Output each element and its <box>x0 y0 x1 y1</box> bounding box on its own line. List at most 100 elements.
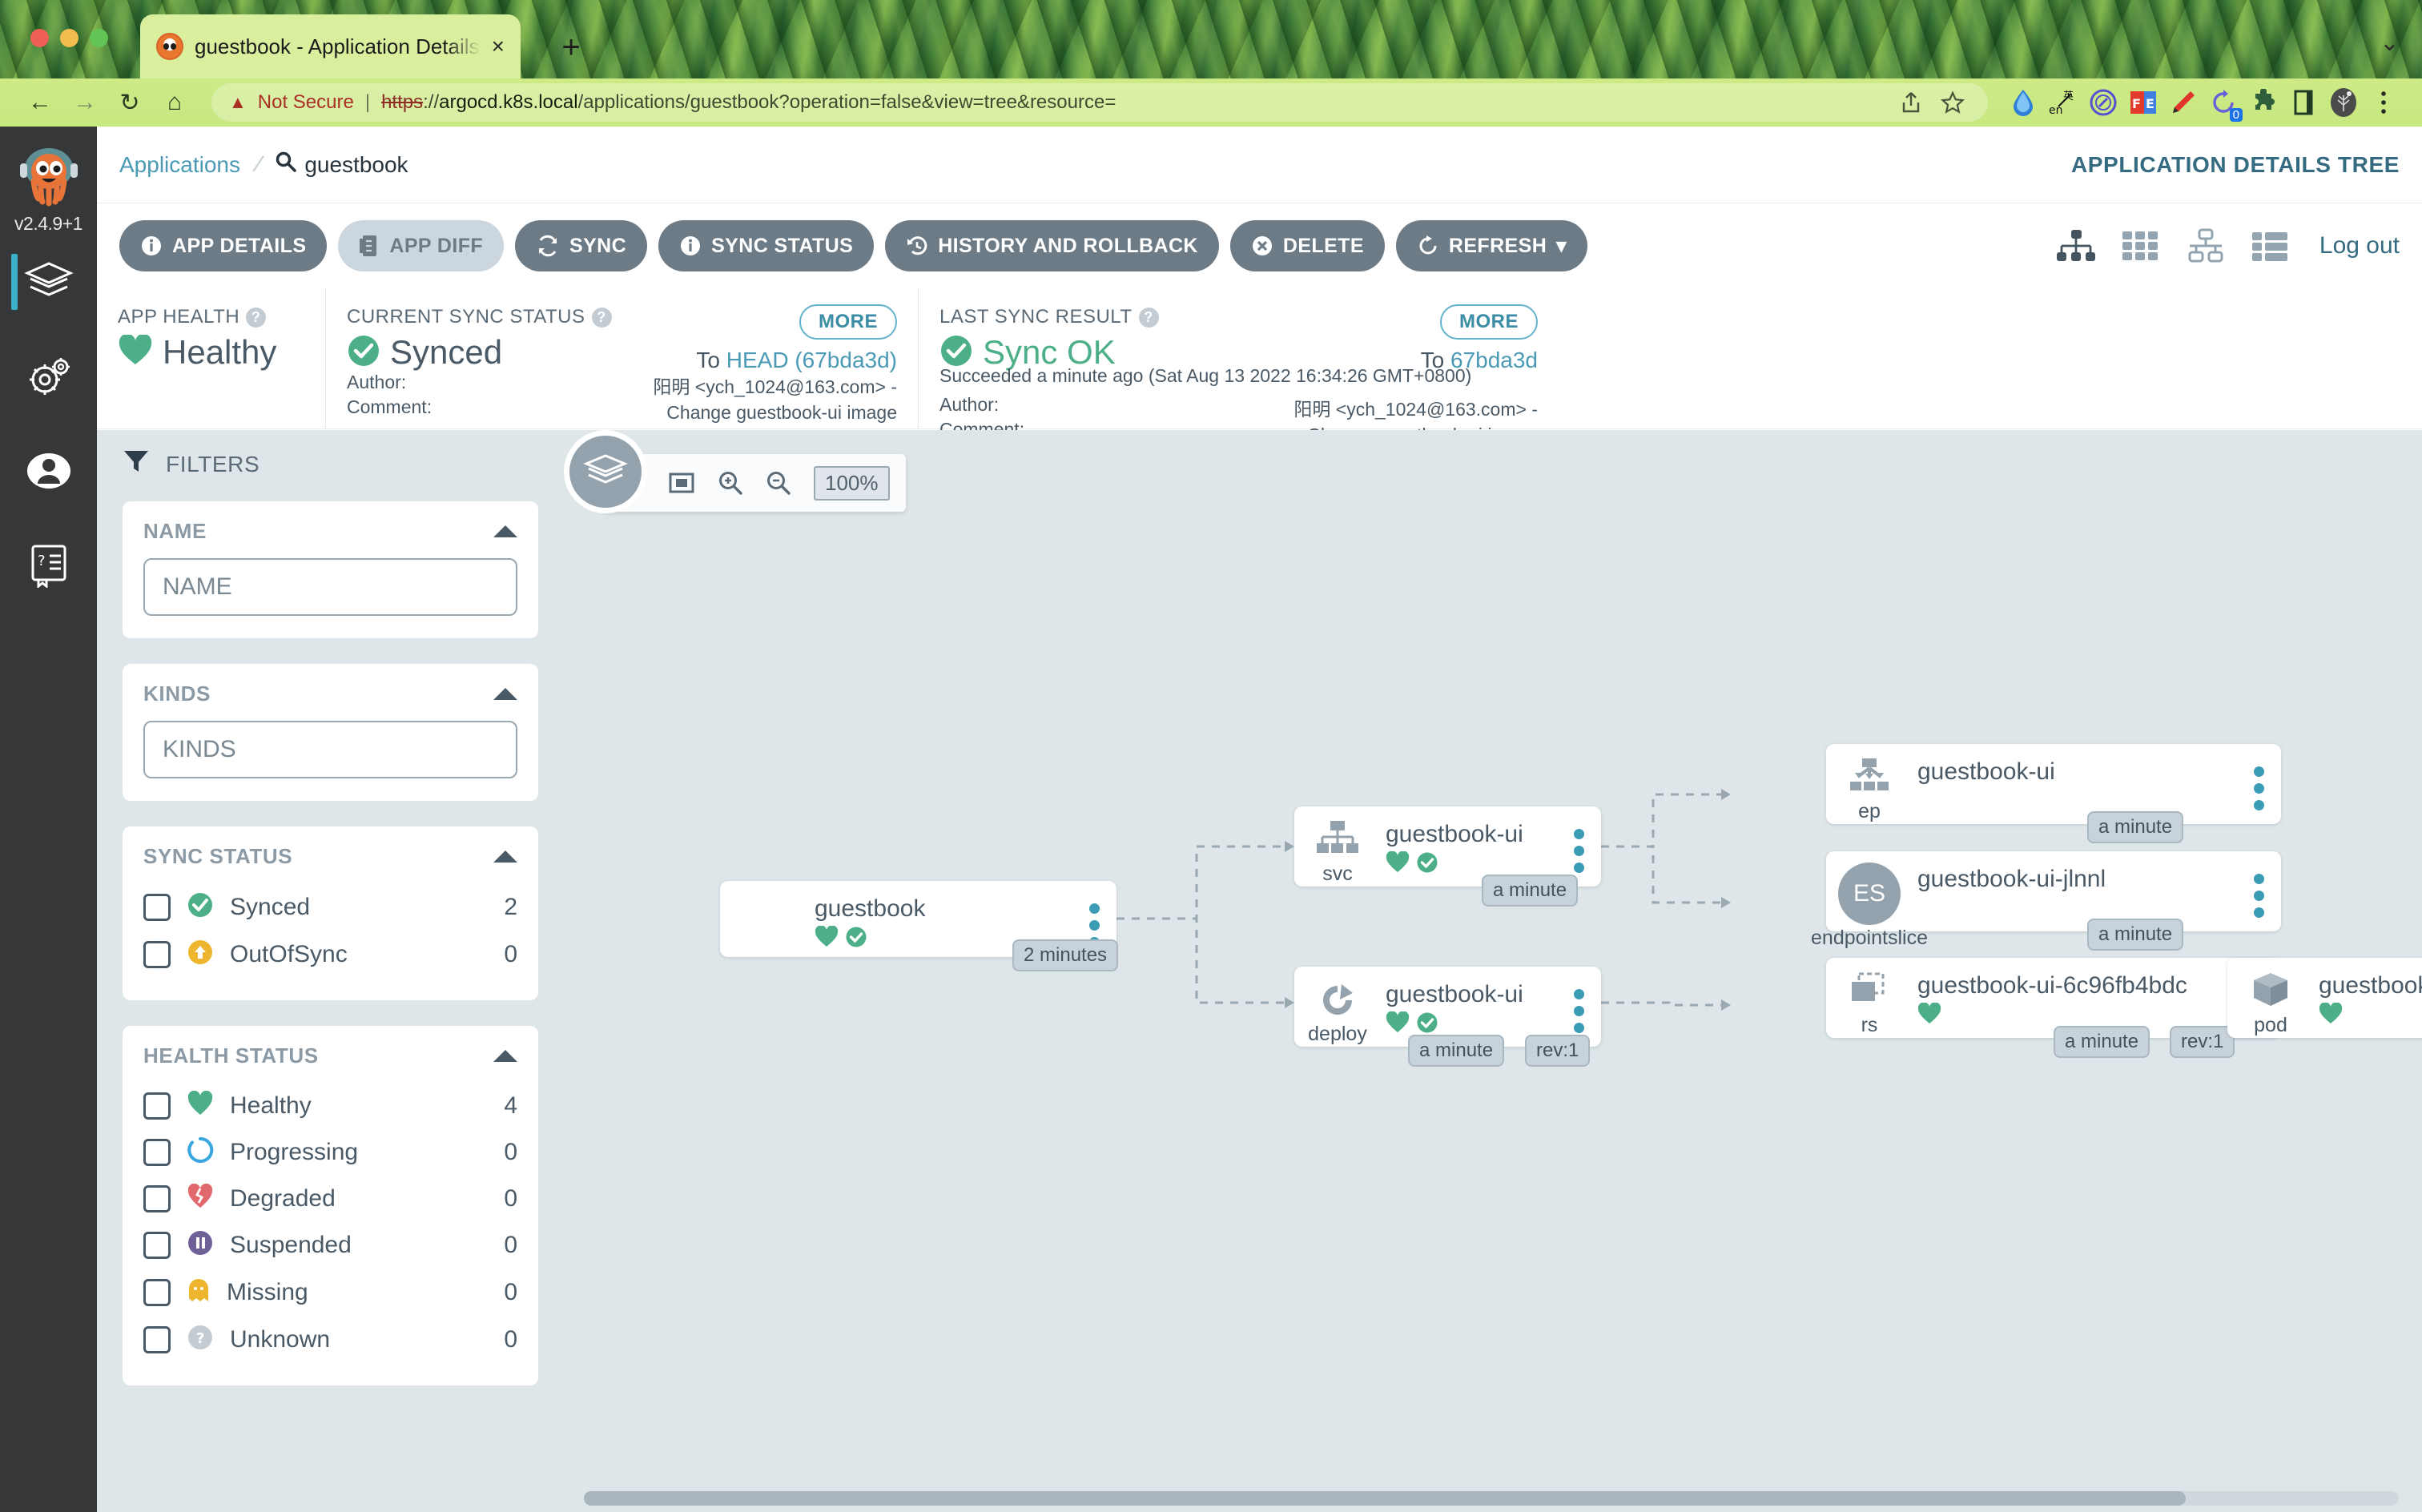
profile-avatar-icon[interactable] <box>2326 85 2361 120</box>
sync-more-button[interactable]: MORE <box>799 304 897 340</box>
red-pen-extension-icon[interactable] <box>2166 85 2201 120</box>
tree-node-rs-rev-pill: rev:1 <box>2170 1026 2235 1058</box>
tree-node-ep-menu-button[interactable] <box>2236 744 2281 810</box>
sidebar-item-user-info[interactable] <box>0 424 97 518</box>
argo-octopus-logo[interactable] <box>16 143 82 208</box>
zoom-level-value[interactable]: 100% <box>814 465 890 501</box>
chevron-up-icon[interactable] <box>493 1050 517 1062</box>
list-view-icon[interactable] <box>2251 228 2291 263</box>
tree-node-app-icon[interactable] <box>564 430 647 513</box>
zoom-out-icon[interactable] <box>766 470 791 496</box>
delete-button[interactable]: DELETE <box>1229 220 1385 271</box>
breadcrumb-applications-link[interactable]: Applications <box>119 152 240 178</box>
suspended-checkbox[interactable] <box>143 1231 171 1259</box>
tree-node-app-menu-button[interactable] <box>1072 881 1116 947</box>
filter-row-progressing[interactable]: Progressing 0 <box>143 1128 517 1176</box>
kinds-filter-input[interactable] <box>143 721 517 778</box>
maximize-window-button[interactable] <box>90 29 108 47</box>
tree-node-svc-menu-button[interactable] <box>1556 806 1601 873</box>
tree-node-rs-status <box>1917 1003 2236 1025</box>
tree-node-endpointslice[interactable]: ES endpointslice guestbook-ui-jlnnl <box>1811 851 2281 949</box>
sync-button[interactable]: SYNC <box>515 220 648 271</box>
tree-node-rs-kind: rs <box>1861 1013 1878 1036</box>
forward-button[interactable]: → <box>66 83 104 122</box>
help-icon[interactable]: ? <box>1138 307 1159 328</box>
filter-row-unknown[interactable]: ? Unknown 0 <box>143 1316 517 1363</box>
history-rollback-button[interactable]: HISTORY AND ROLLBACK <box>885 220 1219 271</box>
filter-row-synced[interactable]: Synced 2 <box>143 883 517 931</box>
home-button[interactable]: ⌂ <box>155 83 194 122</box>
tree-node-deploy-age-pill: a minute <box>1408 1035 1505 1067</box>
name-filter-input[interactable] <box>143 558 517 616</box>
app-diff-button[interactable]: APP DIFF <box>338 220 505 271</box>
app-health-label: APP HEALTH ? <box>118 306 304 328</box>
sidebar-panel-icon[interactable] <box>2286 85 2321 120</box>
filter-row-degraded[interactable]: Degraded 0 <box>143 1176 517 1221</box>
tree-view-icon[interactable] <box>2055 228 2097 263</box>
tree-node-rs-name: guestbook-ui-6c96fb4bdc <box>1917 972 2187 999</box>
tree-horizontal-scrollbar[interactable] <box>584 1491 2399 1506</box>
unknown-checkbox[interactable] <box>143 1325 171 1353</box>
water-drop-extension-icon[interactable] <box>2006 85 2041 120</box>
star-icon[interactable] <box>1935 85 1970 120</box>
application-tree-canvas[interactable]: 100% guestbook 2 minutes svc guestbook-u… <box>564 430 2422 1512</box>
filter-row-outofsync[interactable]: OutOfSync 0 <box>143 931 517 978</box>
reload-button[interactable]: ↻ <box>111 83 149 122</box>
network-view-icon[interactable] <box>2185 228 2227 263</box>
sync-revision-link[interactable]: HEAD (67bda3d) <box>726 348 897 372</box>
healthy-checkbox[interactable] <box>143 1092 171 1120</box>
tree-node-endpointslice-menu-button[interactable] <box>2236 851 2281 918</box>
new-tab-button[interactable]: + <box>553 29 589 66</box>
tree-node-svc-age-pill: a minute <box>1482 875 1579 907</box>
browser-tab[interactable]: guestbook - Application Details × <box>140 14 521 78</box>
chevron-up-icon[interactable] <box>493 688 517 700</box>
address-bar[interactable]: ▲ Not Secure | https://argocd.k8s.local/… <box>211 83 1988 122</box>
puzzle-extensions-icon[interactable] <box>2246 85 2281 120</box>
sidebar-item-documentation[interactable]: ? <box>0 518 97 613</box>
minimize-window-button[interactable] <box>60 29 78 47</box>
tree-node-pod[interactable]: pod guestbook-ui-6c <box>2227 958 2422 1038</box>
progressing-count: 0 <box>504 1138 517 1165</box>
degraded-checkbox[interactable] <box>143 1184 171 1212</box>
extension-badge-count: 0 <box>2229 108 2243 122</box>
chrome-menu-icon[interactable] <box>2366 85 2401 120</box>
sidebar-item-settings[interactable] <box>0 329 97 424</box>
back-button[interactable]: ← <box>21 83 59 122</box>
refresh-button[interactable]: REFRESH ▾ <box>1395 220 1588 271</box>
tab-strip: guestbook - Application Details × + ⌄ <box>0 0 2422 78</box>
progressing-checkbox[interactable] <box>143 1138 171 1166</box>
help-icon[interactable]: ? <box>246 307 267 328</box>
logout-button[interactable]: Log out <box>2319 232 2400 259</box>
outofsync-checkbox[interactable] <box>143 940 171 968</box>
chevron-down-icon[interactable]: ⌄ <box>2380 29 2400 57</box>
synced-checkbox[interactable] <box>143 893 171 921</box>
filter-row-missing[interactable]: Missing 0 <box>143 1269 517 1316</box>
help-icon[interactable]: ? <box>591 307 612 328</box>
close-window-button[interactable] <box>30 29 49 47</box>
share-icon[interactable] <box>1893 85 1929 120</box>
close-icon[interactable]: × <box>492 34 505 59</box>
chevron-up-icon[interactable] <box>493 850 517 863</box>
last-sync-more-button[interactable]: MORE <box>1440 304 1538 340</box>
window-traffic-lights[interactable] <box>30 29 108 47</box>
chevron-up-icon[interactable] <box>493 525 517 537</box>
fit-frame-icon[interactable] <box>668 471 695 495</box>
sync-status-button[interactable]: SYNC STATUS <box>658 220 875 271</box>
missing-checkbox[interactable] <box>143 1278 171 1306</box>
user-icon <box>24 450 74 492</box>
filter-row-suspended[interactable]: Suspended 0 <box>143 1221 517 1269</box>
circle-slash-extension-icon[interactable] <box>2086 85 2121 120</box>
zoom-in-icon[interactable] <box>718 470 743 496</box>
tree-node-deploy-menu-button[interactable] <box>1556 967 1601 1033</box>
sidebar-item-applications[interactable] <box>0 235 97 329</box>
filter-row-healthy[interactable]: Healthy 4 <box>143 1083 517 1128</box>
fe-extension-icon[interactable]: FE <box>2126 85 2161 120</box>
endpointslice-initials-icon: ES <box>1838 863 1901 925</box>
pods-grid-view-icon[interactable] <box>2121 228 2161 263</box>
tree-node-ep[interactable]: ep guestbook-ui <box>1826 744 2281 824</box>
translate-extension-icon[interactable]: 英 en <box>2046 85 2081 120</box>
filters-header: FILTERS <box>123 448 538 481</box>
check-circle-icon <box>347 334 380 372</box>
sync-counter-extension-icon[interactable]: 0 <box>2206 85 2243 122</box>
app-details-button[interactable]: APP DETAILS <box>119 220 328 271</box>
